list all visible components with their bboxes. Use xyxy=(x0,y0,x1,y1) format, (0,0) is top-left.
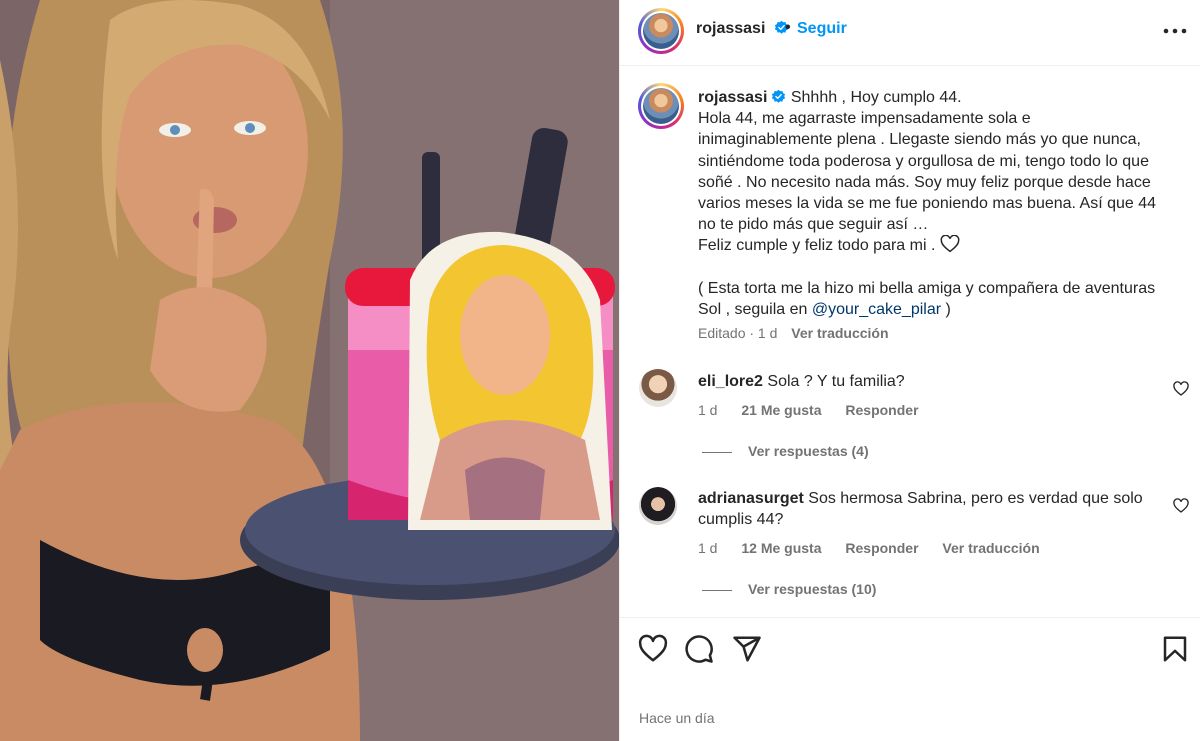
view-replies-label[interactable]: Ver respuestas (10) xyxy=(748,581,876,597)
view-replies-button[interactable]: Ver respuestas (4) xyxy=(702,443,869,459)
caption-line: Hola 44, me agarraste impensadamente sol… xyxy=(698,110,1031,128)
heart-emoji-icon xyxy=(940,235,960,253)
post-header: rojassasi • Seguir xyxy=(620,0,1200,66)
action-bar: Hace un día xyxy=(620,617,1200,741)
caption-text: rojassasi Shhhh , Hoy cumplo 44. Hola 44… xyxy=(698,87,1188,320)
caption-line-text: Sol , seguila en xyxy=(698,301,808,319)
comment-likes[interactable]: 12 Me gusta xyxy=(741,540,821,556)
caption-line: no te pido más que seguir así … xyxy=(698,216,929,234)
paper-plane-icon[interactable] xyxy=(732,634,762,664)
caption-line: soñé . No necesito nada más. Soy muy fel… xyxy=(698,173,1151,191)
comment-likes[interactable]: 21 Me gusta xyxy=(741,402,821,418)
replies-divider xyxy=(702,451,732,453)
caption-line: ( Esta torta me la hizo mi bella amiga y… xyxy=(698,279,1156,297)
caption-closing: ) xyxy=(941,301,951,319)
edited-label: Editado · 1 d xyxy=(698,325,778,341)
post-image[interactable] xyxy=(0,0,619,741)
caption-line: sintiéndome toda poderosa y orgullosa de… xyxy=(698,152,1149,170)
caption-username[interactable]: rojassasi xyxy=(698,89,767,106)
more-options-icon[interactable] xyxy=(1160,18,1190,44)
comment-text: adrianasurget Sos hermosa Sabrina, pero … xyxy=(698,488,1158,530)
comment-meta: 1 d 12 Me gusta Responder Ver traducción xyxy=(698,540,1060,556)
see-translation-button[interactable]: Ver traducción xyxy=(791,325,888,341)
reply-button[interactable]: Responder xyxy=(845,540,918,556)
author-username[interactable]: rojassasi xyxy=(696,20,789,38)
commenter-avatar[interactable] xyxy=(639,487,677,525)
view-replies-label[interactable]: Ver respuestas (4) xyxy=(748,443,869,459)
heart-icon[interactable] xyxy=(638,634,668,664)
comment-meta: 1 d 21 Me gusta Responder xyxy=(698,402,939,418)
caption-line-text: Feliz cumple y feliz todo para mi . xyxy=(698,237,936,255)
comment-heart-icon[interactable] xyxy=(1173,498,1189,514)
reply-button[interactable]: Responder xyxy=(845,402,918,418)
commenter-avatar[interactable] xyxy=(639,369,677,407)
caption-line: varios meses la vida se me fue poniendo … xyxy=(698,195,1157,213)
caption-line: Feliz cumple y feliz todo para mi . xyxy=(698,235,1188,256)
post-timestamp[interactable]: Hace un día xyxy=(639,710,715,726)
caption-author-avatar[interactable] xyxy=(638,83,684,129)
comment-bubble-icon[interactable] xyxy=(684,634,714,664)
follow-button[interactable]: Seguir xyxy=(797,20,847,38)
comment-text: eli_lore2 Sola ? Y tu familia? xyxy=(698,371,1158,392)
commenter-username[interactable]: eli_lore2 xyxy=(698,373,763,390)
caption-line xyxy=(698,257,1188,278)
author-username-text[interactable]: rojassasi xyxy=(696,20,765,37)
caption-line: inimaginablemente plena . Llegaste siend… xyxy=(698,131,1141,149)
header-separator: • xyxy=(785,19,791,36)
caption-line: rojassasi Shhhh , Hoy cumplo 44. xyxy=(698,87,1188,108)
view-replies-button[interactable]: Ver respuestas (10) xyxy=(702,581,876,597)
caption-line: Sol , seguila en @your_cake_pilar ) xyxy=(698,299,1188,320)
post-side-panel: rojassasi • Seguir rojassasi Shhhh , Hoy… xyxy=(619,0,1200,741)
see-translation-button[interactable]: Ver traducción xyxy=(942,540,1039,556)
caption-line-text: Shhhh , Hoy cumplo 44. xyxy=(790,89,962,106)
commenter-username[interactable]: adrianasurget xyxy=(698,490,804,507)
comment-time: 1 d xyxy=(698,540,718,556)
verified-badge-icon xyxy=(772,89,786,103)
author-avatar[interactable] xyxy=(638,8,684,54)
comment-heart-icon[interactable] xyxy=(1173,381,1189,397)
post-photo-illustration xyxy=(0,0,619,741)
bookmark-icon[interactable] xyxy=(1160,634,1190,664)
comment-body: Sola ? Y tu familia? xyxy=(767,373,905,390)
replies-divider xyxy=(702,589,732,591)
mention-link[interactable]: @your_cake_pilar xyxy=(812,301,941,318)
caption-meta: Editado · 1 d Ver traducción xyxy=(698,325,889,341)
comment-time: 1 d xyxy=(698,402,718,418)
